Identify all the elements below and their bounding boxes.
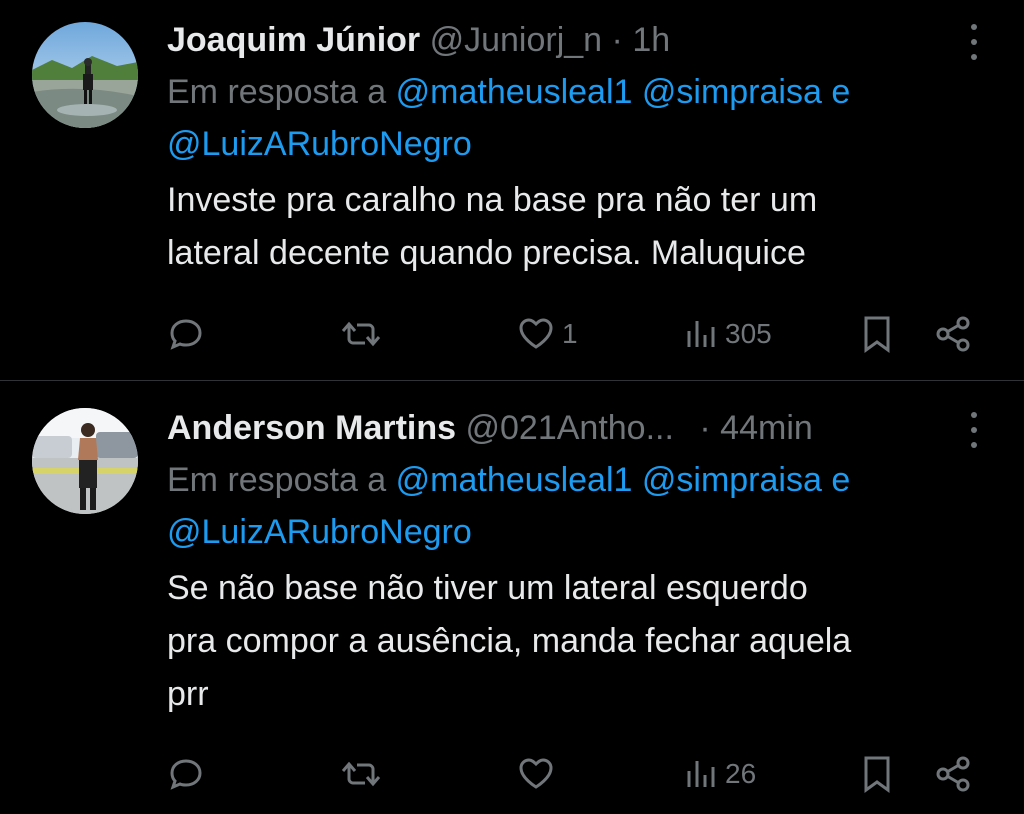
like-button[interactable]: 1 <box>516 312 578 356</box>
mention-links[interactable]: @matheusleal1 @simpraisa e <box>396 461 851 499</box>
view-count: 305 <box>725 318 772 349</box>
tweet-divider <box>0 380 1024 381</box>
like-count: 1 <box>562 318 578 349</box>
retweet-button[interactable] <box>339 752 383 796</box>
share-icon <box>936 316 970 352</box>
views-chart-icon <box>687 761 715 787</box>
view-count: 26 <box>725 758 757 789</box>
reply-prefix: Em resposta a <box>167 73 387 111</box>
heart-icon <box>519 758 553 789</box>
mention-links[interactable]: @matheusleal1 @simpraisa e <box>396 73 851 111</box>
retweet-button[interactable] <box>339 312 383 356</box>
tweet-text-line: lateral decente quando precisa. Maluquic… <box>167 234 806 272</box>
tweet-text: Se não base não tiver um lateral esquerd… <box>167 562 984 721</box>
mention-link[interactable]: @LuizARubroNegro <box>167 125 472 163</box>
bookmark-button[interactable] <box>859 312 895 356</box>
mention-link[interactable]: @LuizARubroNegro <box>167 513 472 551</box>
timestamp[interactable]: 1h <box>632 21 670 59</box>
reply-button[interactable] <box>167 312 205 356</box>
reply-context: Em resposta a @matheusleal1 @simpraisa e… <box>167 454 984 558</box>
separator-dot: · <box>699 409 711 447</box>
more-vertical-icon[interactable] <box>964 412 984 448</box>
reply-context: Em resposta a @matheusleal1 @simpraisa e… <box>167 66 984 170</box>
heart-icon <box>519 318 553 349</box>
tweet-text: Investe pra caralho na base pra não ter … <box>167 174 984 280</box>
user-handle[interactable]: @021Antho... <box>466 409 674 447</box>
views-button[interactable]: 305 <box>685 312 772 356</box>
reply-icon <box>170 759 202 790</box>
retweet-icon <box>341 761 381 787</box>
tweet-actions: 1 305 <box>167 312 979 356</box>
tweet-header: Anderson Martins @021Antho... · 44min <box>167 404 984 452</box>
share-button[interactable] <box>933 312 973 356</box>
reply-prefix: Em resposta a <box>167 461 387 499</box>
avatar[interactable] <box>32 408 138 514</box>
share-button[interactable] <box>933 752 973 796</box>
tweet-text-line: Se não base não tiver um lateral esquerd… <box>167 569 808 607</box>
display-name[interactable]: Joaquim Júnior <box>167 21 420 59</box>
bookmark-button[interactable] <box>859 752 895 796</box>
bookmark-icon <box>864 756 890 793</box>
tweet-text-line: Investe pra caralho na base pra não ter … <box>167 181 818 219</box>
tweet-text-line: prr <box>167 675 209 713</box>
reply-icon <box>170 319 202 350</box>
tweet[interactable]: Joaquim Júnior @Juniorj_n · 1h Em respos… <box>0 0 1024 380</box>
display-name[interactable]: Anderson Martins <box>167 409 456 447</box>
more-vertical-icon[interactable] <box>964 24 984 60</box>
separator-dot: · <box>611 21 623 59</box>
tweet-text-line: pra compor a ausência, manda fechar aque… <box>167 622 852 660</box>
share-icon <box>936 756 970 792</box>
avatar[interactable] <box>32 22 138 128</box>
reply-button[interactable] <box>167 752 205 796</box>
tweet-header: Joaquim Júnior @Juniorj_n · 1h <box>167 16 984 64</box>
views-chart-icon <box>687 321 715 347</box>
tweet-actions: 26 <box>167 752 979 796</box>
user-handle[interactable]: @Juniorj_n <box>430 21 603 59</box>
retweet-icon <box>341 321 381 347</box>
views-button[interactable]: 26 <box>685 752 756 796</box>
like-button[interactable] <box>516 752 562 796</box>
bookmark-icon <box>864 316 890 353</box>
timestamp[interactable]: 44min <box>720 409 813 447</box>
